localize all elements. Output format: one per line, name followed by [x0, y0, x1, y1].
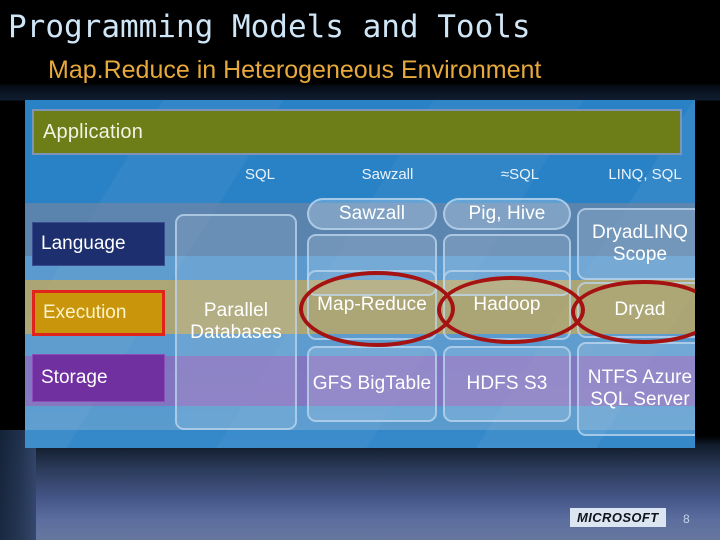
cell-map-reduce-label: Map-Reduce [317, 294, 427, 315]
footer-page-number: 8 [683, 512, 690, 526]
column-header-sawzall: Sawzall [361, 166, 414, 183]
cell-hadoop: Hadoop [443, 270, 571, 340]
column-header-linq-sql: LINQ, SQL [608, 166, 682, 183]
application-bar-label: Application [43, 120, 144, 143]
cell-dryadlinq-scope-label: DryadLINQ Scope [592, 222, 688, 265]
row-label-execution-text: Execution [43, 302, 127, 323]
column-header-approx-sql: ≈SQL [500, 166, 540, 183]
page-subtitle: Map.Reduce in Heterogeneous Environment [48, 56, 542, 84]
cell-sawzall-pill-label: Sawzall [338, 203, 406, 224]
cell-ntfs-azure-sqlserver-label: NTFS Azure SQL Server [587, 367, 693, 410]
cell-pig-hive-pill: Pig, Hive [443, 198, 571, 230]
cell-gfs-bigtable: GFS BigTable [307, 346, 437, 422]
row-label-language-text: Language [41, 233, 126, 254]
row-label-execution: Execution [32, 290, 165, 336]
footer-logo: MICROSOFT [570, 508, 666, 527]
row-label-storage-text: Storage [41, 367, 108, 388]
cell-hdfs-s3: HDFS S3 [443, 346, 571, 422]
page-title: Programming Models and Tools [8, 9, 531, 45]
cell-parallel-databases-label: Parallel Databases [190, 300, 282, 343]
cell-dryadlinq-scope: DryadLINQ Scope [577, 208, 695, 280]
cell-map-reduce: Map-Reduce [307, 270, 437, 340]
cell-dryad-label: Dryad [614, 299, 666, 320]
cell-hadoop-label: Hadoop [473, 294, 541, 315]
row-label-language: Language [32, 222, 165, 266]
cell-pig-hive-pill-label: Pig, Hive [468, 203, 546, 224]
slide: Programming Models and Tools Map.Reduce … [0, 0, 720, 540]
cell-parallel-databases: Parallel Databases [175, 214, 297, 430]
cell-gfs-bigtable-label: GFS BigTable [312, 373, 432, 394]
cell-ntfs-azure-sqlserver: NTFS Azure SQL Server [577, 342, 695, 436]
cell-dryad: Dryad [577, 282, 695, 338]
row-label-storage: Storage [32, 354, 165, 402]
application-bar: Application [32, 109, 682, 155]
column-header-sql: SQL [244, 166, 275, 183]
cell-sawzall-pill: Sawzall [307, 198, 437, 230]
diagram-panel: Application SQL Sawzall ≈SQL LINQ, SQL L… [25, 100, 695, 448]
cell-hdfs-s3-label: HDFS S3 [466, 373, 548, 394]
